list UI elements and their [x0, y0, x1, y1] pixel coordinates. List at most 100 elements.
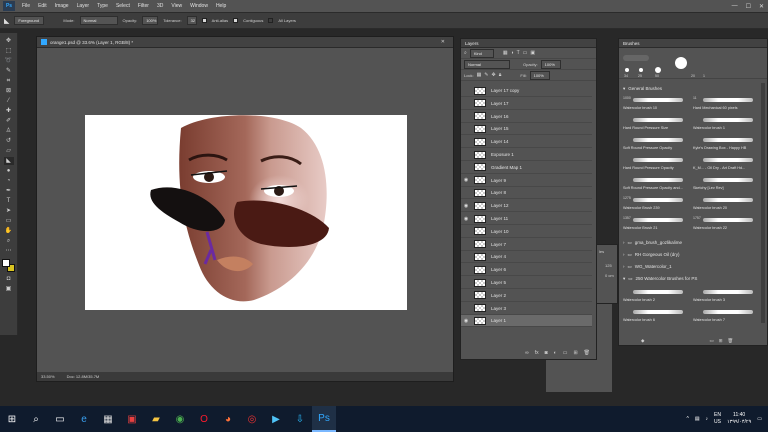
contiguous-checkbox[interactable] — [233, 18, 239, 23]
brush-preset[interactable]: 1275 Watercolor Brush 239 — [623, 195, 687, 215]
brush-folder[interactable]: › ▭ WG_Watercolor_1 — [619, 261, 757, 272]
brush-preset[interactable]: Watercolor brush 7 — [693, 307, 757, 327]
brush-preset[interactable]: 1357 Watercolor Brush 21 — [623, 215, 687, 235]
minimize-icon[interactable]: — — [732, 3, 738, 9]
fill-source-select[interactable]: Foreground — [14, 16, 45, 25]
blur-tool-icon[interactable]: ● — [4, 167, 14, 175]
brush-preset[interactable]: Hard Round Pressure Size — [623, 115, 687, 135]
brush-size-slider[interactable] — [623, 55, 649, 61]
new-brush-icon[interactable]: ⊞ — [719, 338, 723, 344]
lock-pixels-icon[interactable]: ✎ — [484, 72, 488, 78]
layer-row[interactable]: ◉ Layer 9 — [461, 175, 592, 187]
clock[interactable]: 11:40 ۱۳۹۹/۰۴/۲۹ — [727, 412, 751, 426]
new-layer-icon[interactable]: ⊞ — [573, 350, 577, 356]
healing-tool-icon[interactable]: ✚ — [4, 107, 14, 115]
menu-type[interactable]: Type — [93, 3, 112, 9]
delete-brush-icon[interactable]: 🗑︎ — [728, 338, 734, 344]
history-brush-tool-icon[interactable]: ↺ — [4, 137, 14, 145]
hand-tool-icon[interactable]: ✋ — [4, 227, 14, 235]
frame-tool-icon[interactable]: ⊠ — [4, 87, 14, 95]
brush-folder[interactable]: › ▭ gma_brush_gozlikalime — [619, 237, 757, 248]
photoshop-taskbar-icon[interactable]: Ps — [312, 406, 336, 432]
brushes-tab[interactable]: Brushes — [623, 41, 640, 46]
volume-icon[interactable]: ♪ — [706, 416, 709, 422]
brush-size-1[interactable]: 34 — [624, 74, 628, 78]
menu-window[interactable]: Window — [186, 3, 212, 9]
layer-row[interactable]: Layer 17 — [461, 98, 592, 110]
new-folder-icon[interactable]: ▭ — [709, 338, 713, 344]
menu-view[interactable]: View — [167, 3, 186, 9]
layer-row[interactable]: Layer 15 — [461, 123, 592, 136]
clone-stamp-tool-icon[interactable]: ♙ — [4, 127, 14, 135]
menu-file[interactable]: File — [18, 3, 34, 9]
brush-size-3[interactable]: 50 — [655, 74, 659, 78]
layer-row[interactable]: Layer 17 copy — [461, 85, 592, 97]
document-tab[interactable]: orange1.psd @ 33.6% (Layer 1, RGB/8) * ✕ — [37, 37, 453, 48]
layer-row[interactable]: ◉ Layer 12 — [461, 200, 592, 213]
layer-row[interactable]: Layer 10 — [461, 226, 592, 238]
filter-type-icon[interactable]: T — [517, 50, 520, 56]
download-manager-icon[interactable]: ⇩ — [288, 406, 312, 432]
brush-preset[interactable]: 1000 Watercolor brush 10 — [623, 95, 687, 115]
marquee-tool-icon[interactable]: ⬚ — [4, 47, 14, 55]
adjustment-layer-icon[interactable]: ◐ — [554, 350, 557, 356]
eraser-tool-icon[interactable]: ▱ — [4, 147, 14, 155]
menu-image[interactable]: Image — [51, 3, 73, 9]
layer-row[interactable]: Layer 16 — [461, 111, 592, 123]
more-tools-icon[interactable]: ⋯ — [4, 247, 14, 255]
chevron-up-icon[interactable]: ^ — [686, 416, 688, 422]
shape-tool-icon[interactable]: ▭ — [4, 217, 14, 225]
zoom-level[interactable]: 33.50% — [41, 374, 55, 379]
menu-help[interactable]: Help — [212, 3, 230, 9]
path-select-tool-icon[interactable]: ➤ — [4, 207, 14, 215]
brush-preset[interactable]: Soft Round Pressure Opacity — [623, 135, 687, 155]
mode-select[interactable]: Normal — [79, 16, 118, 25]
layer-opacity-field[interactable]: 100% — [540, 59, 561, 69]
menu-layer[interactable]: Layer — [73, 3, 94, 9]
tolerance-field[interactable]: 32 — [186, 16, 197, 25]
visibility-eye-icon[interactable]: ◉ — [461, 177, 471, 183]
layer-row[interactable]: Layer 4 — [461, 251, 592, 264]
menu-filter[interactable]: Filter — [134, 3, 153, 9]
language-indicator[interactable]: EN US — [714, 412, 721, 426]
brush-size-4[interactable]: 20 — [691, 74, 695, 78]
brush-settings-icon[interactable]: ◆ — [641, 338, 644, 344]
brush-folder[interactable]: ▾ ▭ 250 Watercolor Brushes for PS — [619, 273, 757, 284]
lock-transparency-icon[interactable]: ▦ — [477, 72, 482, 78]
eyedropper-tool-icon[interactable]: ⁄ — [4, 97, 14, 105]
screen-mode-icon[interactable]: ▣ — [4, 285, 14, 293]
add-mask-icon[interactable]: ◙ — [545, 350, 548, 356]
move-tool-icon[interactable]: ✥ — [4, 37, 14, 45]
fill-field[interactable]: 100% — [529, 70, 550, 80]
link-layers-icon[interactable]: ∞ — [525, 350, 529, 356]
mini-panel-tab[interactable]: les — [599, 249, 604, 254]
visibility-eye-icon[interactable]: ◉ — [461, 216, 471, 222]
calculator-icon[interactable]: ▦ — [96, 406, 120, 432]
file-explorer-icon[interactable]: ▰ — [144, 406, 168, 432]
layer-row[interactable]: Layer 7 — [461, 239, 592, 251]
zoom-tool-icon[interactable]: ⌕ — [4, 237, 14, 245]
brush-preset[interactable]: Soft Round Pressure Opacity and... — [623, 175, 687, 195]
close-icon[interactable]: ✕ — [759, 3, 764, 10]
brush-preset[interactable]: Sketchy [Lev Rev] — [693, 175, 757, 195]
antialias-checkbox[interactable] — [201, 18, 207, 23]
brush-folder[interactable]: › ▭ RH Gorgeous Oil (dry) — [619, 249, 757, 260]
start-button[interactable]: ⊞ — [0, 406, 24, 432]
layer-row[interactable]: Layer 2 — [461, 290, 592, 302]
quick-select-tool-icon[interactable]: ✎ — [4, 67, 14, 75]
lock-all-icon[interactable]: 🔒︎ — [499, 72, 502, 78]
paint-bucket-tool-icon[interactable]: ◣ — [3, 157, 14, 165]
paint-bucket-icon[interactable]: ◣ — [4, 17, 9, 25]
menu-edit[interactable]: Edit — [34, 3, 51, 9]
document-close-icon[interactable]: ✕ — [441, 39, 445, 45]
brush-preset[interactable]: Kyle's Drawing Box - Happy HB — [693, 135, 757, 155]
layer-row[interactable]: Exposure 1 — [461, 149, 592, 161]
all-layers-checkbox[interactable] — [268, 18, 274, 23]
brush-preset[interactable]: Watercolor brush 3 — [693, 287, 757, 307]
brush-preset[interactable]: K_M... - Oil Dry - Art Draft Hd... — [693, 155, 757, 175]
filter-smart-icon[interactable]: ▣ — [530, 50, 535, 56]
filter-pixel-icon[interactable]: ▦ — [503, 50, 508, 56]
opera-icon[interactable]: O — [192, 406, 216, 432]
canvas-area[interactable] — [39, 50, 451, 369]
notifications-icon[interactable]: ▭ — [757, 416, 762, 422]
